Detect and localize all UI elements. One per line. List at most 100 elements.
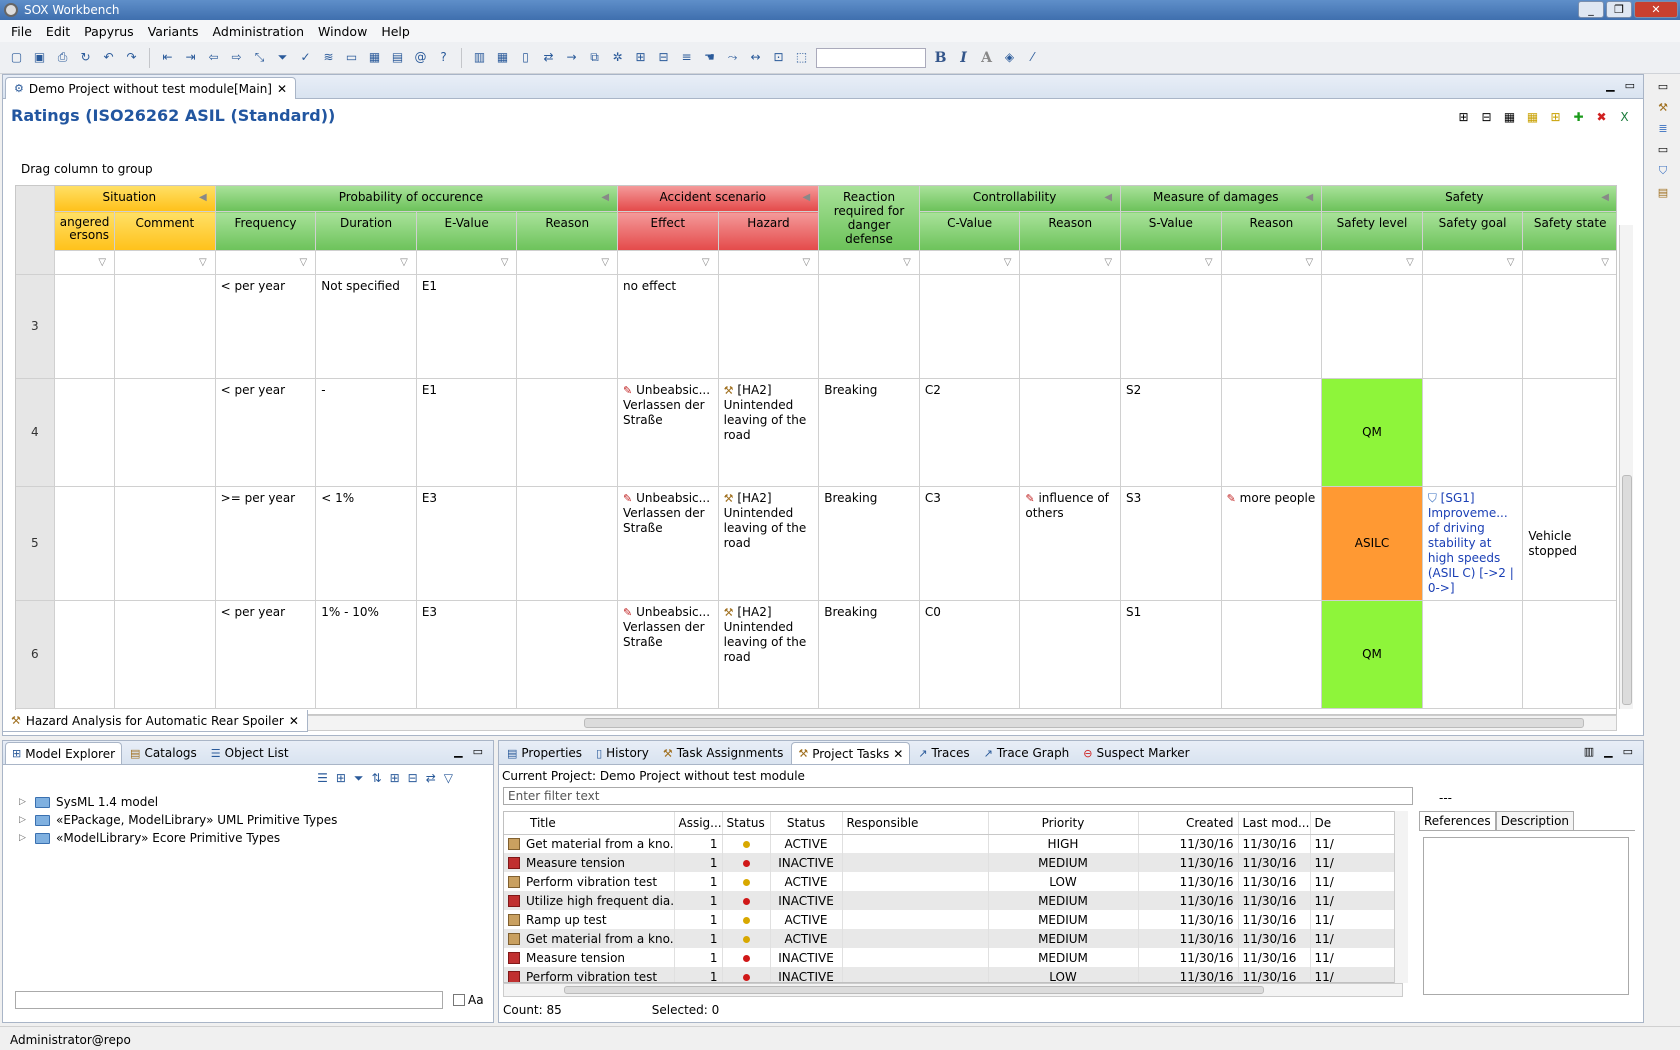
table-row[interactable]: Perform vibration test 1 INACTIVE LOW 11/30/… <box>504 967 1402 982</box>
group-controllability[interactable]: Controllability ◀ <box>919 186 1122 213</box>
tab-trace-graph[interactable]: ↗ Trace Graph <box>978 742 1076 764</box>
header-status-icon[interactable]: Status <box>722 812 771 835</box>
network-icon[interactable]: ✲ <box>609 49 626 66</box>
cell-reaction[interactable]: Breaking <box>818 486 920 601</box>
col-c-reason[interactable]: Reason <box>1019 211 1122 251</box>
font-color-button[interactable]: A <box>978 50 995 66</box>
cell-s-value[interactable]: S2 <box>1120 378 1222 487</box>
header-due[interactable]: De <box>1310 812 1402 835</box>
filter-icon[interactable]: ▽ <box>1601 255 1609 270</box>
tree-icon[interactable]: ⊟ <box>655 49 672 66</box>
row-number[interactable]: 3 <box>16 274 55 379</box>
table-row[interactable]: Measure tension 1 INACTIVE MEDIUM 11/30/16 11… <box>504 948 1402 967</box>
resize-icon[interactable]: ↔ <box>747 49 764 66</box>
cell-safety-goal[interactable]: ⛉ [SG1] Improveme... of driving stabilit… <box>1422 486 1524 601</box>
menu-administration[interactable]: Administration <box>206 24 311 39</box>
tab-model-explorer[interactable]: ⊞ Model Explorer <box>5 742 123 764</box>
close-tab-icon[interactable]: ✕ <box>277 82 287 96</box>
header-responsible[interactable]: Responsible <box>842 812 989 835</box>
bold-button[interactable]: B <box>932 50 949 66</box>
filter-icon[interactable]: ▽ <box>1306 255 1314 270</box>
task-title[interactable]: Utilize high frequent dia... <box>504 891 675 910</box>
row-number[interactable]: 5 <box>16 486 55 601</box>
cell-duration[interactable]: - <box>315 378 417 487</box>
save-icon[interactable]: ▣ <box>31 49 48 66</box>
close-tab-icon[interactable]: ✕ <box>289 714 299 728</box>
maximize-icon[interactable]: ▭ <box>473 745 483 758</box>
document-icon[interactable]: ▯ <box>517 49 534 66</box>
redo-icon[interactable]: ↷ <box>123 49 140 66</box>
cell-frequency[interactable]: >= per year <box>215 486 317 601</box>
cell-safety-level[interactable]: ASILC <box>1321 486 1423 601</box>
restore-icon[interactable]: ▭ <box>1658 143 1668 156</box>
col-s-value[interactable]: S-Value <box>1120 211 1222 251</box>
list-view-icon[interactable]: ☰ <box>317 771 328 786</box>
expand-icon[interactable]: ▷ <box>19 797 29 807</box>
explorer-search-input[interactable] <box>15 991 443 1009</box>
cell-s-reason[interactable]: ✎ more people <box>1221 486 1323 601</box>
cell-safety-level[interactable]: QM <box>1321 378 1423 487</box>
tab-properties[interactable]: ▤ Properties <box>501 742 588 764</box>
expand-all-icon[interactable]: ⊞ <box>1455 109 1472 126</box>
cell-c-value[interactable]: C2 <box>919 378 1021 487</box>
filter-icon[interactable]: ▽ <box>98 255 106 270</box>
cell-safety-state[interactable]: Vehicle stopped <box>1522 486 1616 601</box>
cell-hazard[interactable]: ⚒ [HA2] Unintended leaving of the road <box>718 486 820 601</box>
columns-icon[interactable]: ▦ <box>1501 109 1518 126</box>
close-button[interactable]: ✕ <box>1634 1 1678 18</box>
layers-icon[interactable]: ≋ <box>320 49 337 66</box>
maximize-icon[interactable]: ▭ <box>1623 745 1633 758</box>
cell-frequency[interactable]: < per year <box>215 274 317 379</box>
close-tab-icon[interactable]: ✕ <box>893 747 903 761</box>
report-icon[interactable]: ▥ <box>471 49 488 66</box>
select-icon[interactable]: ⬚ <box>793 49 810 66</box>
table-row[interactable]: Ramp up test 1 ACTIVE MEDIUM 11/30/16 11/30/1… <box>504 910 1402 929</box>
task-title[interactable]: Ramp up test <box>504 910 675 929</box>
tree-item[interactable]: ▷ SysML 1.4 model <box>19 793 337 811</box>
col-hazard[interactable]: Hazard <box>718 211 820 251</box>
cell-duration[interactable]: 1% - 10% <box>315 600 417 709</box>
font-size-combo[interactable] <box>816 47 926 68</box>
check-icon[interactable]: ✓ <box>297 49 314 66</box>
align-icon[interactable]: ≡ <box>678 49 695 66</box>
group-accident[interactable]: Accident scenario ◀ <box>617 186 820 213</box>
at-icon[interactable]: @ <box>412 49 429 66</box>
view-menu-icon[interactable]: ▽ <box>444 771 453 786</box>
menu-variants[interactable]: Variants <box>141 24 206 39</box>
cell-frequency[interactable]: < per year <box>215 378 317 487</box>
menu-papyrus[interactable]: Papyrus <box>77 24 141 39</box>
minimize-icon[interactable]: ▁ <box>1606 79 1614 92</box>
grid-vertical-scrollbar[interactable] <box>1619 225 1633 709</box>
header-title[interactable]: Title <box>504 812 675 835</box>
cell-safety-level[interactable]: QM <box>1321 600 1423 709</box>
task-title[interactable]: Get material from a kno... <box>504 929 675 948</box>
copy-icon[interactable]: ⧉ <box>586 49 603 66</box>
arrow-right-icon[interactable]: → <box>563 49 580 66</box>
refresh-icon[interactable]: ↻ <box>77 49 94 66</box>
expand-icon[interactable]: ▷ <box>19 815 29 825</box>
cell-frequency[interactable]: < per year <box>215 600 317 709</box>
hand-icon[interactable]: ☚ <box>701 49 718 66</box>
col-effect[interactable]: Effect <box>617 211 719 251</box>
highlight-icon[interactable]: ▦ <box>1524 109 1541 126</box>
expand-icon[interactable]: ▷ <box>19 833 29 843</box>
group-drop-zone[interactable]: Drag column to group <box>21 162 153 176</box>
link-icon[interactable]: ⤡ <box>251 49 268 66</box>
menu-edit[interactable]: Edit <box>39 24 77 39</box>
outdent-icon[interactable]: ⇥ <box>182 49 199 66</box>
forward-icon[interactable]: ⇨ <box>228 49 245 66</box>
filter-icon[interactable]: ▽ <box>300 255 308 270</box>
route-icon[interactable]: ⤳ <box>724 49 741 66</box>
restore-button[interactable]: ❐ <box>1606 1 1632 18</box>
help-icon[interactable]: ? <box>435 49 452 66</box>
clipboard-icon[interactable]: ▤ <box>1658 186 1668 199</box>
table-row[interactable]: Get material from a kno... 1 ACTIVE MEDIUM 1… <box>504 929 1402 948</box>
cell-duration[interactable]: < 1% <box>315 486 417 601</box>
filter-icon[interactable]: ⏷ <box>354 771 364 786</box>
filter-icon[interactable]: ⏷ <box>274 49 291 66</box>
filter-icon[interactable]: ▽ <box>702 255 710 270</box>
shield-icon[interactable]: ⛉ <box>1659 164 1667 178</box>
col-endangered-persons[interactable]: angered ersons <box>54 211 116 251</box>
filter-icon[interactable]: ▽ <box>903 255 911 270</box>
group-safety[interactable]: Safety ◀ <box>1321 186 1616 213</box>
